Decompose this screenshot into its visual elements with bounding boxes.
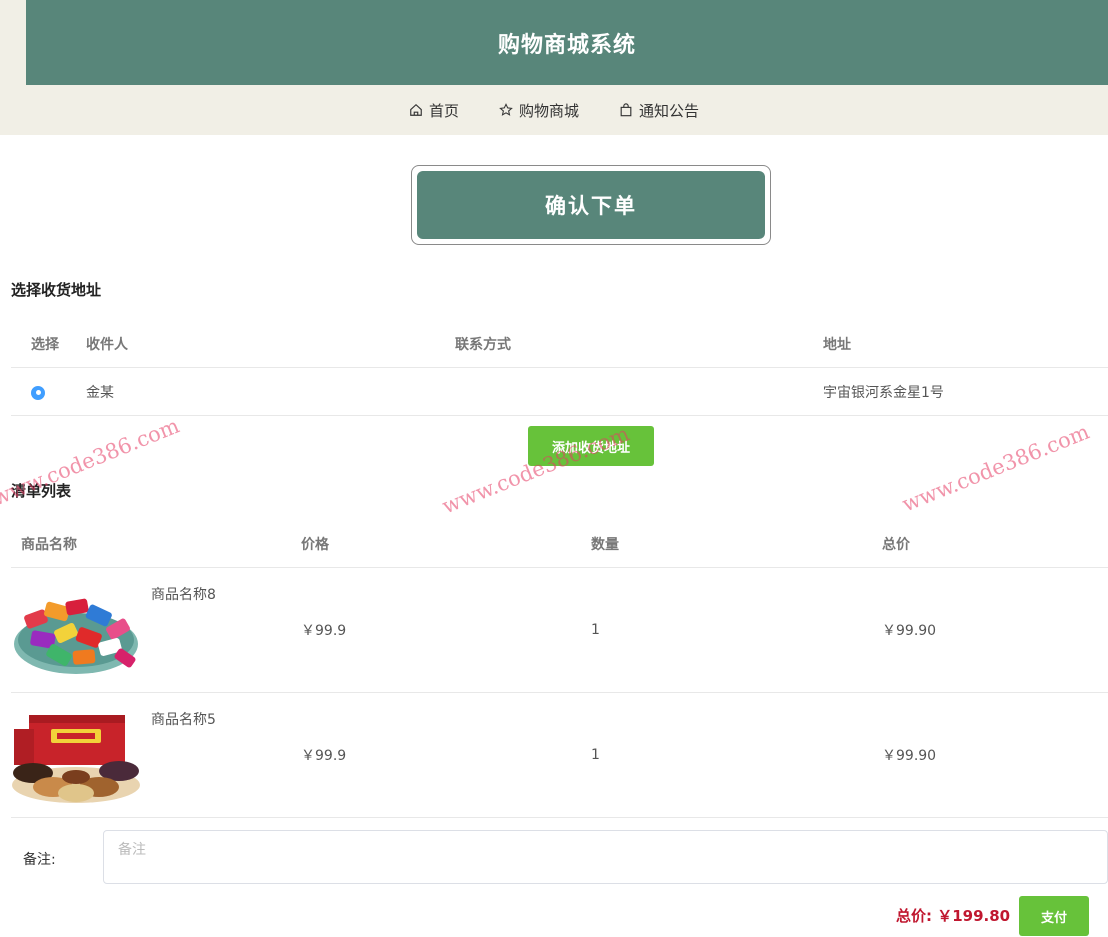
cart-table: 商品名称 价格 数量 总价 商品名称8 ￥99.9 1 ￥99.90 商品名称5… xyxy=(11,520,1108,818)
product-total: ￥99.90 xyxy=(882,748,937,764)
remark-label: 备注: xyxy=(23,852,56,868)
pay-button[interactable]: 支付 xyxy=(1019,896,1089,936)
col-quantity: 数量 xyxy=(591,536,619,553)
address-radio[interactable] xyxy=(31,385,45,400)
nut-gift-box-image xyxy=(12,715,140,803)
remark-input[interactable] xyxy=(103,830,1108,884)
receiver-name: 金某 xyxy=(86,384,114,401)
main-nav: 首页 购物商城 通知公告 xyxy=(0,85,1108,135)
receiver-address: 宇宙银河系金星1号 xyxy=(823,384,944,401)
col-address: 地址 xyxy=(823,336,851,353)
nav-item-notice[interactable]: 通知公告 xyxy=(619,100,699,121)
nav-label: 首页 xyxy=(428,101,459,120)
product-name: 商品名称8 xyxy=(151,587,216,603)
col-receiver: 收件人 xyxy=(86,336,128,353)
col-price: 价格 xyxy=(301,536,329,553)
col-product-name: 商品名称 xyxy=(21,536,77,553)
address-section-title: 选择收货地址 xyxy=(11,281,102,299)
col-phone: 联系方式 xyxy=(455,336,511,353)
cart-table-header: 商品名称 价格 数量 总价 xyxy=(11,520,1108,568)
product-name: 商品名称5 xyxy=(151,712,216,728)
add-address-button[interactable]: 添加收货地址 xyxy=(528,426,654,466)
product-total: ￥99.90 xyxy=(882,623,937,639)
candy-platter-image xyxy=(14,598,138,674)
product-quantity: 1 xyxy=(591,747,600,763)
order-total: 总价: ￥199.80 xyxy=(896,905,1010,926)
watermark-text: www.code386.com xyxy=(898,419,1093,517)
cart-section-title: 清单列表 xyxy=(11,482,72,500)
col-total: 总价 xyxy=(882,536,910,553)
total-value: ￥199.80 xyxy=(937,907,1011,925)
address-table-header: 选择 收件人 联系方式 地址 xyxy=(11,320,1108,368)
nav-item-home[interactable]: 首页 xyxy=(409,100,459,121)
page-heading: 确认下单 xyxy=(417,171,765,239)
nav-label: 通知公告 xyxy=(639,101,700,120)
nav-item-mall[interactable]: 购物商城 xyxy=(499,100,579,121)
site-header: 购物商城系统 xyxy=(26,0,1108,85)
address-row[interactable]: 金某 宇宙银河系金星1号 xyxy=(11,368,1108,416)
product-quantity: 1 xyxy=(591,622,600,638)
product-price: ￥99.9 xyxy=(301,748,347,764)
table-row: 商品名称5 ￥99.9 1 ￥99.90 xyxy=(11,693,1108,818)
product-price: ￥99.9 xyxy=(301,623,347,639)
star-icon xyxy=(499,103,513,116)
col-select: 选择 xyxy=(31,336,59,353)
nav-label: 购物商城 xyxy=(518,101,579,120)
table-row: 商品名称8 ￥99.9 1 ￥99.90 xyxy=(11,568,1108,693)
home-icon xyxy=(410,103,422,116)
bag-icon xyxy=(620,103,632,117)
confirm-order-banner: 确认下单 xyxy=(411,165,771,245)
site-title: 购物商城系统 xyxy=(497,32,636,58)
address-table: 选择 收件人 联系方式 地址 金某 宇宙银河系金星1号 xyxy=(11,320,1108,416)
total-label: 总价: xyxy=(896,907,932,925)
